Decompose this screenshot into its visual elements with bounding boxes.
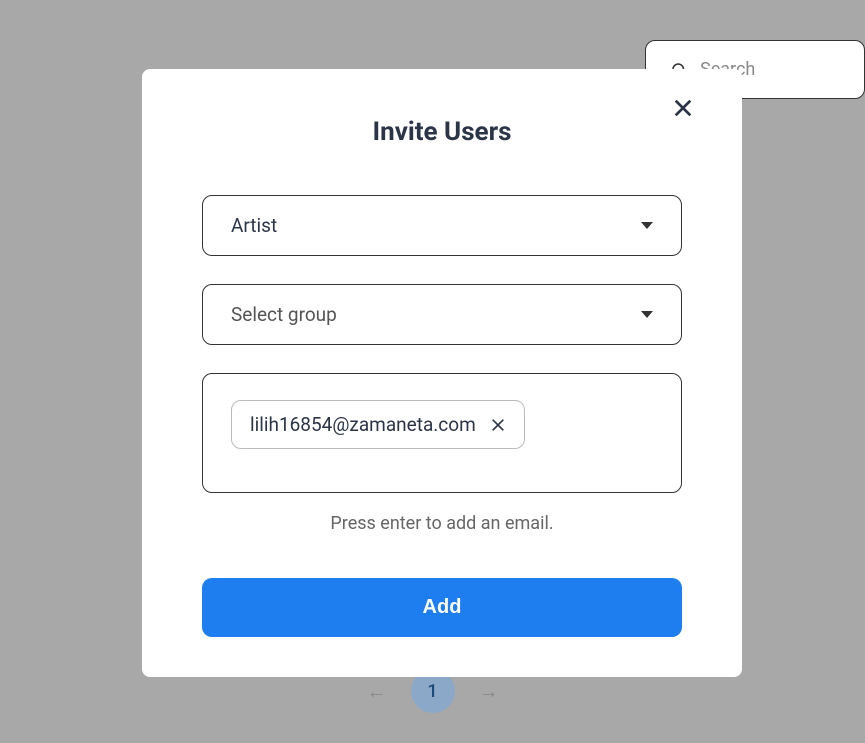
role-select-value: Artist	[231, 214, 277, 237]
prev-page-button[interactable]: ←	[367, 679, 387, 704]
add-button-label: Add	[423, 596, 462, 618]
add-button[interactable]: Add	[202, 578, 682, 637]
close-icon	[490, 417, 506, 433]
chevron-down-icon	[641, 222, 653, 229]
group-select[interactable]: Select group	[202, 284, 682, 345]
helper-text: Press enter to add an email.	[202, 513, 682, 534]
group-select-placeholder: Select group	[231, 303, 337, 326]
email-chip: lilih16854@zamaneta.com	[231, 400, 525, 449]
invite-users-modal: Invite Users Artist Select group lilih16…	[142, 69, 742, 677]
modal-title: Invite Users	[202, 117, 682, 147]
remove-email-button[interactable]	[490, 417, 506, 433]
page-number-label: 1	[427, 681, 437, 702]
close-button[interactable]	[672, 97, 694, 119]
next-page-button[interactable]: →	[479, 679, 499, 704]
chevron-down-icon	[641, 311, 653, 318]
role-select[interactable]: Artist	[202, 195, 682, 256]
email-input-container[interactable]: lilih16854@zamaneta.com	[202, 373, 682, 493]
close-icon	[672, 97, 694, 119]
email-chip-text: lilih16854@zamaneta.com	[250, 413, 476, 436]
